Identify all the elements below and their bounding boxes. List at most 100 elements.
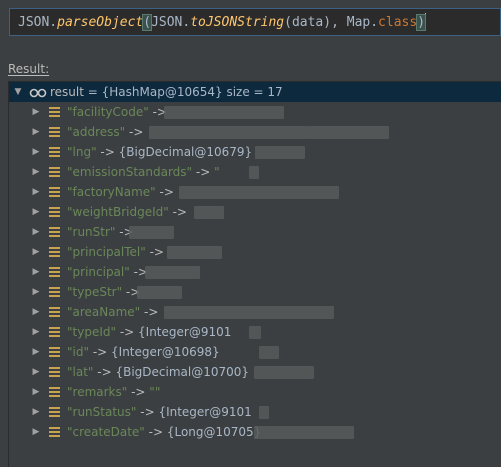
chevron-right-icon[interactable]: ▶	[30, 202, 42, 222]
entry-value: {Integer@9101	[158, 405, 252, 419]
chevron-right-icon[interactable]: ▶	[30, 182, 42, 202]
redaction-mosaic	[309, 126, 389, 139]
chevron-right-icon[interactable]: ▶	[30, 102, 42, 122]
map-entry-row[interactable]: ▶ "remarks" -> ""	[9, 382, 501, 402]
chevron-right-icon[interactable]: ▶	[30, 222, 42, 242]
entry-text: "lat" -> {BigDecimal@10700}	[67, 362, 249, 382]
entry-key: "address"	[67, 125, 126, 139]
entry-key: "areaName"	[67, 305, 141, 319]
map-entry-row[interactable]: ▶ "id" -> {Integer@10698}	[9, 342, 501, 362]
entry-value: "	[214, 165, 220, 179]
entry-value: {BigDecimal@10700}	[115, 365, 250, 379]
root-value: = {HashMap@10654} size = 17	[83, 85, 283, 99]
tree-root-row[interactable]: ▼ result = {HashMap@10654} size = 17	[9, 82, 501, 102]
entry-key: "remarks"	[67, 385, 128, 399]
entry-value: {Long@10705}	[166, 425, 262, 439]
map-entry-row[interactable]: ▶ "createDate" -> {Long@10705}	[9, 422, 501, 442]
entry-key: "weightBridgeId"	[67, 205, 169, 219]
map-entry-row[interactable]: ▶ "factoryName" ->	[9, 182, 501, 202]
map-entry-row[interactable]: ▶ "runStr" ->	[9, 222, 501, 242]
expr-close-paren: )	[416, 14, 426, 31]
entry-text: "typeId" -> {Integer@9101	[67, 322, 231, 342]
entry-arrow: ->	[116, 325, 139, 339]
chevron-down-icon[interactable]: ▼	[12, 82, 24, 102]
entry-key: "factoryName"	[67, 185, 156, 199]
map-entry-row[interactable]: ▶ "typeId" -> {Integer@9101	[9, 322, 501, 342]
chevron-right-icon[interactable]: ▶	[30, 282, 42, 302]
watch-glasses-icon	[29, 88, 47, 98]
result-tree[interactable]: ▼ result = {HashMap@10654} size = 17 ▶ "f…	[8, 81, 501, 467]
redaction-mosaic	[259, 346, 279, 359]
entry-key: "lng"	[67, 145, 97, 159]
redaction-mosaic	[167, 246, 222, 259]
expr-method-tojson: toJSONString	[190, 15, 285, 30]
map-entry-row[interactable]: ▶ "lng" -> {BigDecimal@10679}	[9, 142, 501, 162]
map-entry-row[interactable]: ▶ "facilityCode" ->	[9, 102, 501, 122]
entry-arrow: ->	[140, 305, 159, 319]
map-entry-icon	[49, 267, 60, 277]
entry-text: "principal" ->	[67, 262, 148, 282]
map-entry-icon	[49, 327, 60, 337]
chevron-right-icon[interactable]: ▶	[30, 242, 42, 262]
entry-text: "typeStr" ->	[67, 282, 140, 302]
map-entry-icon	[49, 107, 60, 117]
entry-text: "runStr" ->	[67, 222, 134, 242]
entry-arrow: ->	[168, 205, 187, 219]
chevron-right-icon[interactable]: ▶	[30, 142, 42, 162]
map-entry-icon	[49, 387, 60, 397]
map-entry-row[interactable]: ▶ "areaName" ->	[9, 302, 501, 322]
map-entry-row[interactable]: ▶ "address" ->	[9, 122, 501, 142]
entry-arrow: ->	[192, 165, 215, 179]
map-entry-icon	[49, 427, 60, 437]
entry-value: ""	[149, 385, 161, 399]
entry-text: "remarks" -> ""	[67, 382, 160, 402]
chevron-right-icon[interactable]: ▶	[30, 302, 42, 322]
redaction-mosaic	[254, 366, 314, 379]
map-entry-icon	[49, 407, 60, 417]
chevron-right-icon[interactable]: ▶	[30, 402, 42, 422]
chevron-right-icon[interactable]: ▶	[30, 262, 42, 282]
expression-input[interactable]: JSON.parseObject(JSON.toJSONString(data)…	[9, 8, 501, 36]
chevron-right-icon[interactable]: ▶	[30, 322, 42, 342]
entry-key: "emissionStandards"	[67, 165, 193, 179]
map-entry-row[interactable]: ▶ "runStatus" -> {Integer@9101	[9, 402, 501, 422]
map-entry-row[interactable]: ▶ "principalTel" ->	[9, 242, 501, 262]
entry-arrow: ->	[136, 405, 159, 419]
entry-text: "runStatus" -> {Integer@9101	[67, 402, 252, 422]
map-entry-icon	[49, 247, 60, 257]
entry-value: {Integer@9101	[138, 325, 232, 339]
redaction-mosaic	[255, 146, 305, 159]
chevron-right-icon[interactable]: ▶	[30, 422, 42, 442]
map-entry-row[interactable]: ▶ "emissionStandards" -> "	[9, 162, 501, 182]
chevron-right-icon[interactable]: ▶	[30, 382, 42, 402]
redaction-mosaic	[137, 286, 182, 299]
chevron-right-icon[interactable]: ▶	[30, 342, 42, 362]
entry-arrow: ->	[144, 425, 167, 439]
entry-text: "factoryName" ->	[67, 182, 174, 202]
map-entry-row[interactable]: ▶ "typeStr" ->	[9, 282, 501, 302]
entry-key: "typeStr"	[67, 285, 123, 299]
chevron-right-icon[interactable]: ▶	[30, 362, 42, 382]
redaction-mosaic	[145, 266, 200, 279]
entry-text: "principalTel" ->	[67, 242, 164, 262]
chevron-right-icon[interactable]: ▶	[30, 162, 42, 182]
entry-value: {BigDecimal@10679}	[118, 145, 253, 159]
map-entry-row[interactable]: ▶ "weightBridgeId" ->	[9, 202, 501, 222]
redaction-mosaic	[164, 106, 284, 119]
entry-arrow: ->	[127, 385, 150, 399]
map-entry-icon	[49, 167, 60, 177]
text-caret	[425, 13, 427, 28]
redaction-mosaic	[249, 326, 261, 339]
entry-text: "id" -> {Integer@10698}	[67, 342, 220, 362]
map-entry-row[interactable]: ▶ "lat" -> {BigDecimal@10700}	[9, 362, 501, 382]
chevron-right-icon[interactable]: ▶	[30, 122, 42, 142]
entry-key: "principalTel"	[67, 245, 146, 259]
entry-key: "facilityCode"	[67, 105, 149, 119]
map-entry-icon	[49, 227, 60, 237]
expr-method-parse: parseObject	[57, 15, 144, 30]
entry-key: "id"	[67, 345, 89, 359]
map-entry-row[interactable]: ▶ "principal" ->	[9, 262, 501, 282]
expr-args: (data), Map.	[284, 15, 379, 30]
entry-key: "runStr"	[67, 225, 116, 239]
entry-text: "createDate" -> {Long@10705}	[67, 422, 261, 442]
